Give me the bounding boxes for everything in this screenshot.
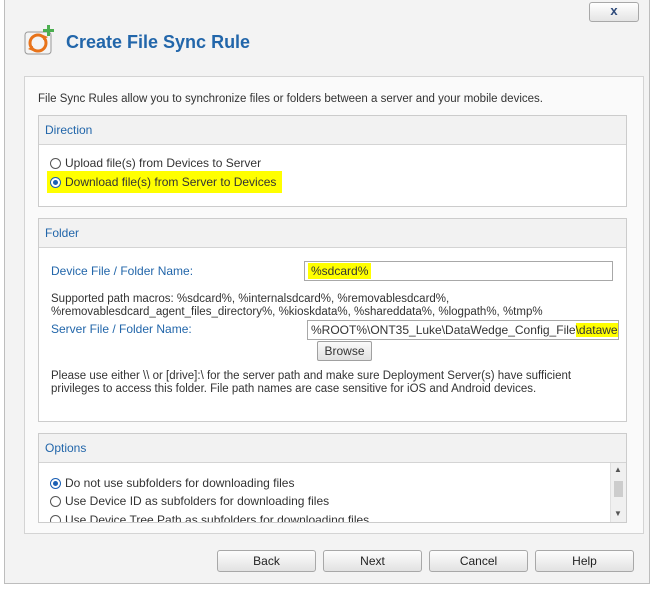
scroll-thumb[interactable] [614, 481, 623, 497]
options-header: Options [39, 434, 626, 463]
help-button[interactable]: Help [535, 550, 634, 572]
direction-section: Direction Upload file(s) from Devices to… [38, 115, 627, 207]
close-button[interactable]: x [589, 2, 639, 22]
option-device-id-subfolders[interactable]: Use Device ID as subfolders for download… [50, 493, 329, 509]
upload-radio[interactable] [50, 157, 61, 169]
file-sync-icon [24, 25, 54, 55]
options-list[interactable]: Do not use subfolders for downloading fi… [39, 463, 609, 522]
server-folder-value: %ROOT%\ONT35_Luke\DataWedge_Config_File [311, 323, 576, 337]
server-folder-input[interactable]: %ROOT%\ONT35_Luke\DataWedge_Config_File\… [307, 320, 619, 340]
back-button[interactable]: Back [217, 550, 316, 572]
dialog-title: Create File Sync Rule [66, 32, 251, 52]
device-tree-label: Use Device Tree Path as subfolders for d… [65, 513, 370, 522]
create-file-sync-rule-dialog: x Create File Sync Rule File Sync Rules … [4, 0, 650, 584]
upload-option-label: Upload file(s) from Devices to Server [65, 156, 262, 170]
device-id-label: Use Device ID as subfolders for download… [65, 494, 330, 508]
download-option-label: Download file(s) from Server to Devices [65, 175, 277, 189]
option-device-tree-subfolders[interactable]: Use Device Tree Path as subfolders for d… [50, 512, 369, 522]
content-panel: File Sync Rules allow you to synchronize… [24, 76, 644, 534]
server-path-note: Please use either \\ or [drive]:\ for th… [51, 370, 572, 395]
direction-header: Direction [39, 116, 626, 145]
device-id-radio[interactable] [50, 495, 61, 507]
options-scrollbar[interactable]: ▲ ▼ [610, 463, 626, 522]
folder-header: Folder [39, 219, 626, 248]
cancel-button[interactable]: Cancel [429, 550, 528, 572]
download-option[interactable]: Download file(s) from Server to Devices [47, 171, 283, 193]
path-macros-text: Supported path macros: %sdcard%, %intern… [51, 293, 616, 319]
options-section: Options Do not use subfolders for downlo… [38, 433, 627, 523]
browse-button[interactable]: Browse [317, 341, 372, 361]
intro-text: File Sync Rules allow you to synchronize… [38, 93, 543, 105]
server-folder-label: Server File / Folder Name: [51, 322, 192, 336]
download-radio[interactable] [50, 176, 61, 188]
scroll-down-arrow-icon[interactable]: ▼ [614, 510, 622, 518]
no-subfolders-radio[interactable] [50, 477, 61, 489]
macros-line-1: Supported path macros: %sdcard%, %intern… [51, 293, 450, 305]
device-folder-input[interactable]: %sdcard% [304, 261, 613, 281]
server-folder-value-highlight: \datawedge.db [575, 323, 618, 337]
folder-section: Folder Device File / Folder Name: %sdcar… [38, 218, 627, 422]
device-tree-radio[interactable] [50, 514, 61, 522]
no-subfolders-label: Do not use subfolders for downloading fi… [65, 476, 295, 490]
device-folder-label: Device File / Folder Name: [51, 264, 194, 278]
macros-line-2: %removablesdcard_agent_files_directory%,… [51, 306, 543, 318]
device-folder-value: %sdcard% [308, 263, 372, 279]
option-no-subfolders[interactable]: Do not use subfolders for downloading fi… [50, 475, 294, 491]
scroll-up-arrow-icon[interactable]: ▲ [614, 466, 622, 474]
upload-option[interactable]: Upload file(s) from Devices to Server [50, 155, 261, 171]
next-button[interactable]: Next [323, 550, 422, 572]
